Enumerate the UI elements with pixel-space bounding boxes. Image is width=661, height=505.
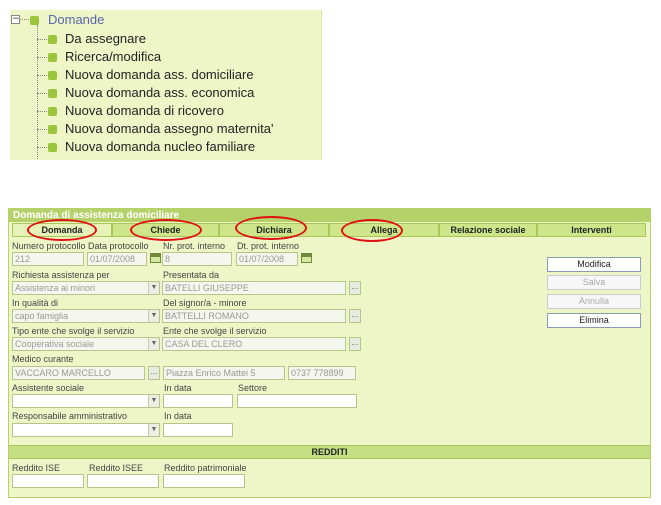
highlight-oval-dichiara	[235, 216, 307, 240]
item-bullet-icon	[48, 35, 57, 44]
tree-item-nuova-nucleo[interactable]: Nuova domanda nucleo familiare	[65, 139, 255, 154]
item-bullet-icon	[48, 53, 57, 62]
in-data-input[interactable]	[163, 423, 233, 437]
in-data-input[interactable]	[163, 394, 233, 408]
tree-connector	[37, 129, 47, 130]
dt-prot-interno-input[interactable]: 01/07/2008	[236, 252, 298, 266]
elimina-button[interactable]: Elimina	[547, 313, 641, 328]
assistente-sociale-label: Assistente sociale	[12, 383, 85, 393]
tree-connector	[37, 39, 47, 40]
modifica-button[interactable]: Modifica	[547, 257, 641, 272]
richiesta-assistenza-select[interactable]: Assistenza ai minori ▼	[12, 281, 160, 295]
tree-item-ricerca-modifica[interactable]: Ricerca/modifica	[65, 49, 161, 64]
numero-protocollo-input[interactable]: 212	[12, 252, 84, 266]
collapse-toggle[interactable]: −	[11, 15, 20, 24]
salva-button[interactable]: Salva	[547, 275, 641, 290]
dropdown-arrow-icon: ▼	[148, 424, 159, 436]
reddito-isee-label: Reddito ISEE	[89, 463, 144, 473]
presentata-da-input[interactable]: BATELLI GIUSEPPE	[162, 281, 346, 295]
responsabile-select[interactable]: ▼	[12, 423, 160, 437]
ente-input[interactable]: CASA DEL CLERO	[162, 337, 346, 351]
presentata-da-label: Presentata da	[163, 270, 220, 280]
redditi-section-header: REDDITI	[9, 445, 650, 459]
richiesta-assistenza-value: Assistenza ai minori	[15, 283, 96, 293]
item-bullet-icon	[48, 89, 57, 98]
tree-connector	[20, 19, 29, 20]
dropdown-arrow-icon: ▼	[148, 310, 159, 322]
in-qualita-di-value: capo famiglia	[15, 311, 69, 321]
responsabile-label: Responsabile amministrativo	[12, 411, 128, 421]
calendar-icon[interactable]	[150, 253, 161, 263]
medico-phone-input[interactable]: 0737 778899	[288, 366, 356, 380]
tree-item-nuova-economica[interactable]: Nuova domanda ass. economica	[65, 85, 254, 100]
tree-connector	[37, 111, 47, 112]
tab-relazione-sociale[interactable]: Relazione sociale	[439, 223, 537, 237]
reddito-isee-input[interactable]	[87, 474, 159, 488]
richiesta-assistenza-label: Richiesta assistenza per	[12, 270, 110, 280]
assistente-sociale-select[interactable]: ▼	[12, 394, 160, 408]
del-signor-input[interactable]: BATTELLI ROMANO	[162, 309, 346, 323]
del-signor-label: Del signor/a - minore	[163, 298, 247, 308]
nr-prot-interno-input[interactable]: 8	[162, 252, 232, 266]
nr-prot-interno-label: Nr. prot. interno	[163, 241, 226, 251]
highlight-oval-allega	[341, 219, 403, 242]
in-qualita-di-label: In qualità di	[12, 298, 59, 308]
dropdown-arrow-icon: ▼	[148, 282, 159, 294]
settore-label: Settore	[238, 383, 268, 393]
tree-item-nuova-maternita[interactable]: Nuova domanda assegno maternita'	[65, 121, 273, 136]
lookup-button[interactable]: ...	[349, 309, 361, 323]
data-protocollo-input[interactable]: 01/07/2008	[87, 252, 147, 266]
ente-label: Ente che svolge il servizio	[163, 326, 267, 336]
lookup-button[interactable]: ...	[148, 366, 160, 380]
settore-input[interactable]	[237, 394, 357, 408]
dropdown-arrow-icon: ▼	[148, 338, 159, 350]
medico-curante-input[interactable]: VACCARO MARCELLO	[12, 366, 145, 380]
highlight-oval-chiede	[130, 219, 202, 241]
tipo-ente-label: Tipo ente che svolge il servizio	[12, 326, 135, 336]
dt-prot-interno-label: Dt. prot. interno	[237, 241, 300, 251]
lookup-button[interactable]: ...	[349, 281, 361, 295]
tree-item-nuova-ricovero[interactable]: Nuova domanda di ricovero	[65, 103, 224, 118]
dropdown-arrow-icon: ▼	[148, 395, 159, 407]
form-title: Domanda di assistenza domiciliare	[9, 209, 650, 222]
reddito-patrimoniale-label: Reddito patrimoniale	[164, 463, 247, 473]
in-data-label: In data	[164, 383, 192, 393]
tree-item-da-assegnare[interactable]: Da assegnare	[65, 31, 146, 46]
medico-curante-label: Medico curante	[12, 354, 74, 364]
numero-protocollo-label: Numero protocollo	[12, 241, 86, 251]
navigation-tree: − Domande Da assegnare Ricerca/modifica …	[10, 10, 322, 160]
tree-connector	[37, 57, 47, 58]
item-bullet-icon	[48, 71, 57, 80]
tree-root-domande[interactable]: Domande	[48, 12, 104, 27]
reddito-ise-label: Reddito ISE	[12, 463, 61, 473]
item-bullet-icon	[48, 143, 57, 152]
tree-connector	[37, 75, 47, 76]
medico-address-input[interactable]: Piazza Enrico Mattei 5	[163, 366, 285, 380]
lookup-button[interactable]: ...	[349, 337, 361, 351]
tipo-ente-select[interactable]: Cooperativa sociale ▼	[12, 337, 160, 351]
reddito-patrimoniale-input[interactable]	[163, 474, 245, 488]
data-protocollo-label: Data protocollo	[88, 241, 149, 251]
domanda-form-panel: Domanda di assistenza domiciliare Domand…	[8, 208, 651, 498]
folder-bullet-icon	[30, 16, 39, 25]
tipo-ente-value: Cooperativa sociale	[15, 339, 95, 349]
reddito-ise-input[interactable]	[12, 474, 84, 488]
highlight-oval-domanda	[27, 219, 97, 241]
tab-interventi[interactable]: Interventi	[537, 223, 646, 237]
item-bullet-icon	[48, 125, 57, 134]
tree-item-nuova-domiciliare[interactable]: Nuova domanda ass. domiciliare	[65, 67, 254, 82]
calendar-icon[interactable]	[301, 253, 312, 263]
in-qualita-di-select[interactable]: capo famiglia ▼	[12, 309, 160, 323]
tree-connector	[37, 93, 47, 94]
item-bullet-icon	[48, 107, 57, 116]
tree-connector	[37, 147, 47, 148]
annulla-button[interactable]: Annulla	[547, 294, 641, 309]
in-data-label: In data	[164, 411, 192, 421]
